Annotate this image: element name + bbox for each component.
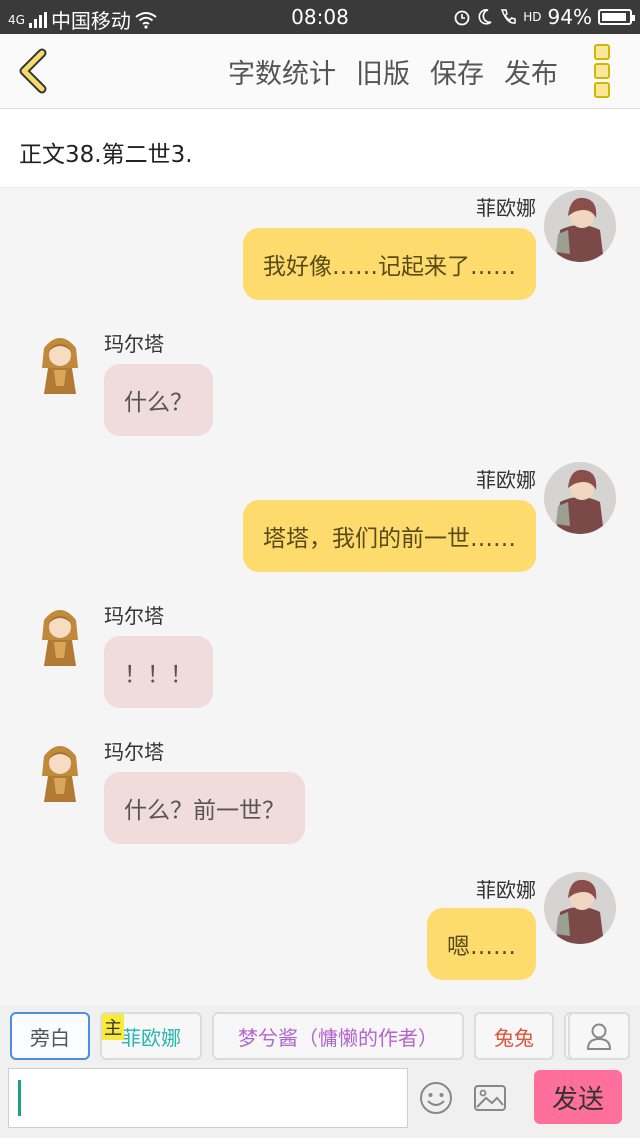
status-bar: 4G 中国移动 08:08 HD 94%	[0, 0, 640, 34]
word-count-button[interactable]: 字数统计	[228, 52, 336, 91]
editor-toolbar: 字数统计 旧版 保存 发布	[0, 34, 640, 109]
fiona-avatar[interactable]	[544, 872, 616, 944]
call-icon	[501, 9, 517, 24]
sender-name: 菲欧娜	[476, 468, 536, 492]
back-arrow-icon[interactable]	[14, 48, 54, 94]
message-input[interactable]	[8, 1068, 408, 1128]
chapter-title-bar[interactable]: 正文38.第二世3.	[0, 109, 640, 188]
role-narrator-label: 旁白	[30, 1025, 70, 1050]
marta-avatar[interactable]	[24, 736, 96, 808]
text-caret	[18, 1080, 21, 1116]
send-button[interactable]: 发送	[534, 1070, 622, 1124]
message-bubble[interactable]: ！！！	[104, 636, 213, 708]
host-badge: 主	[102, 1014, 124, 1040]
add-role-button[interactable]	[568, 1012, 630, 1060]
more-menu-icon[interactable]	[594, 44, 616, 98]
old-version-button[interactable]: 旧版	[356, 52, 410, 91]
hd-badge: HD	[523, 10, 542, 24]
fiona-avatar[interactable]	[544, 462, 616, 534]
send-button-label: 发送	[551, 1084, 604, 1115]
role-fiona-label: 菲欧娜	[121, 1025, 181, 1050]
sender-name: 玛尔塔	[104, 332, 164, 356]
role-narrator[interactable]: 旁白	[10, 1012, 90, 1060]
sender-name: 玛尔塔	[104, 740, 164, 764]
message-text: ！！！	[124, 662, 193, 688]
battery-percent: 94%	[547, 5, 592, 29]
sender-name: 玛尔塔	[104, 604, 164, 628]
image-icon[interactable]	[472, 1080, 508, 1116]
sender-name: 菲欧娜	[476, 878, 536, 902]
input-bar: 发送	[0, 1068, 640, 1138]
marta-avatar[interactable]	[24, 600, 96, 672]
battery-icon	[598, 9, 635, 25]
role-fiona[interactable]: 主 菲欧娜	[100, 1012, 202, 1060]
role-selector: 旁白 主 菲欧娜 梦兮酱（慵懒的作者） 兔兔	[0, 1006, 640, 1068]
moon-icon	[478, 9, 492, 25]
user-icon	[586, 1023, 612, 1050]
sender-name: 菲欧娜	[476, 196, 536, 220]
role-tutu[interactable]: 兔兔	[474, 1012, 554, 1060]
marta-avatar[interactable]	[24, 328, 96, 400]
role-author-label: 梦兮酱（慵懒的作者）	[238, 1025, 438, 1050]
message-text: 我好像……记起来了……	[263, 254, 516, 280]
save-button[interactable]: 保存	[430, 52, 484, 91]
emoji-icon[interactable]	[418, 1080, 454, 1116]
message-bubble[interactable]: 什么？前一世？	[104, 772, 305, 844]
fiona-avatar[interactable]	[544, 190, 616, 262]
role-tutu-label: 兔兔	[494, 1025, 534, 1050]
message-text: 什么？	[124, 390, 193, 416]
chapter-title: 正文38.第二世3.	[19, 142, 193, 168]
role-author[interactable]: 梦兮酱（慵懒的作者）	[212, 1012, 464, 1060]
battery-level	[602, 13, 626, 21]
publish-button[interactable]: 发布	[504, 52, 558, 91]
message-bubble[interactable]: 什么？	[104, 364, 213, 436]
message-list[interactable]: 菲欧娜 我好像……记起来了…… 玛尔塔 什么？ 菲欧娜 塔塔，我们的前一世……	[0, 188, 640, 988]
message-bubble[interactable]: 嗯……	[427, 908, 536, 980]
message-bubble[interactable]: 我好像……记起来了……	[243, 228, 536, 300]
message-text: 什么？前一世？	[124, 798, 285, 824]
message-text: 塔塔，我们的前一世……	[263, 526, 516, 552]
alarm-icon	[454, 10, 470, 26]
message-text: 嗯……	[447, 934, 516, 960]
message-bubble[interactable]: 塔塔，我们的前一世……	[243, 500, 536, 572]
